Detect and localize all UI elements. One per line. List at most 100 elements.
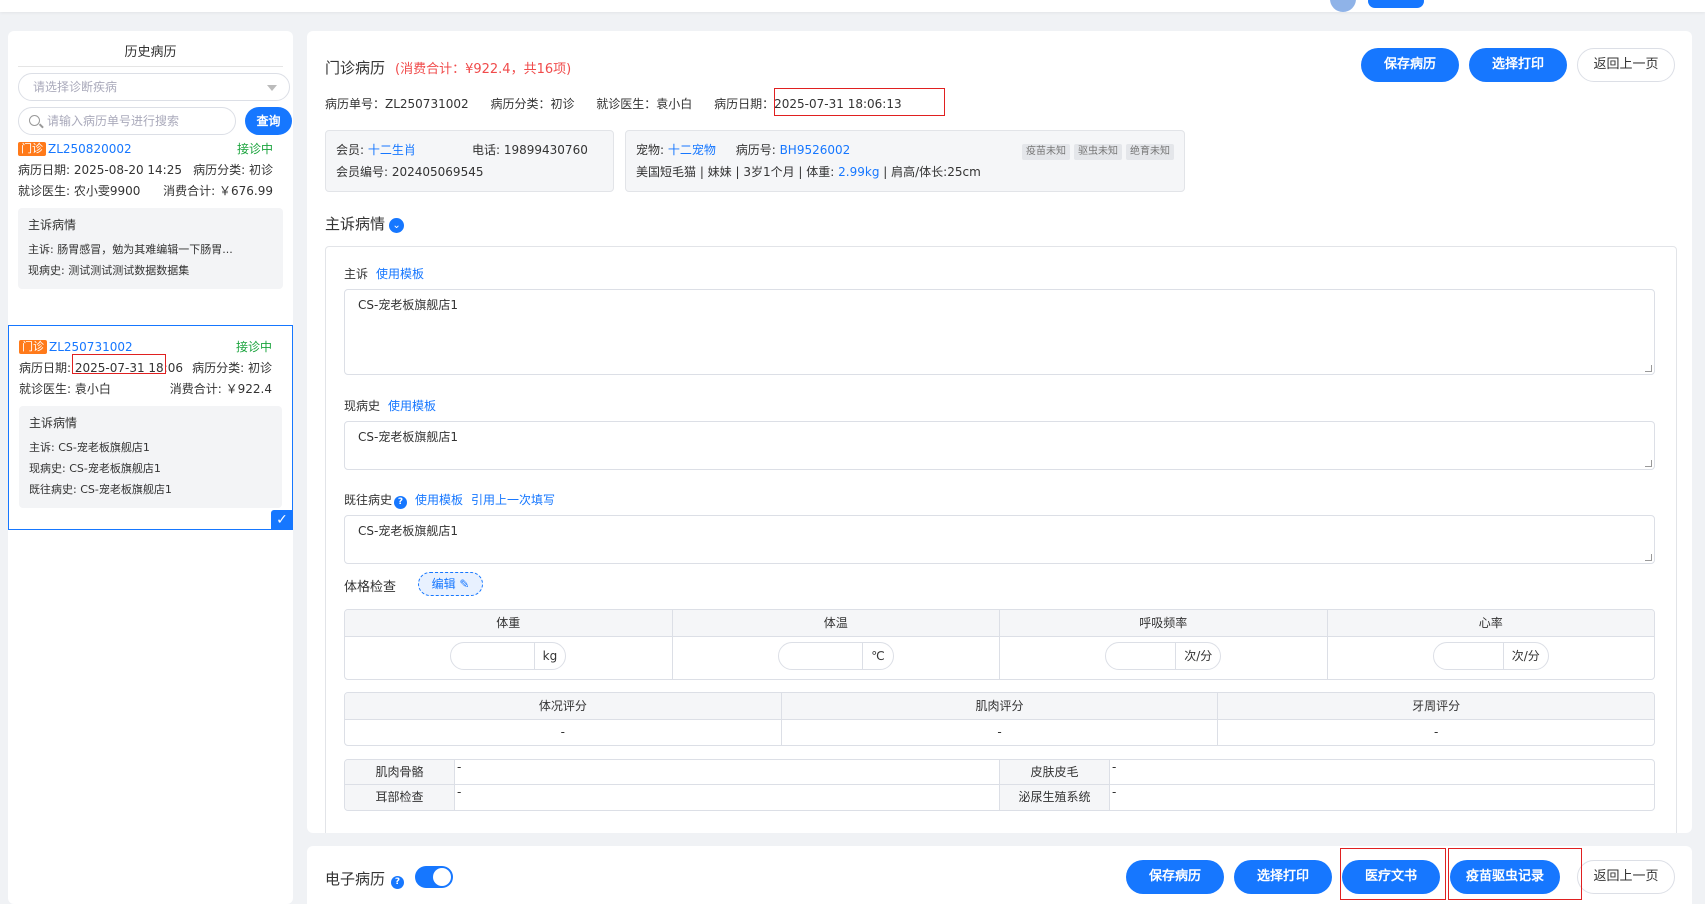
- vital-cell: 次/分: [1328, 637, 1655, 679]
- record-fee: 消费合计: ￥676.99: [163, 184, 273, 198]
- record-date-row: 病历日期: 2025-08-20 14:25 病历分类: 初诊: [18, 160, 283, 181]
- unit-label: kg: [533, 643, 566, 669]
- heart-rate-input[interactable]: 次/分: [1432, 642, 1549, 670]
- resize-handle-icon[interactable]: [1645, 460, 1652, 467]
- chevron-down-icon: [267, 85, 277, 91]
- toggle-knob: [433, 868, 451, 886]
- pet-desc-suffix: | 肩高/体长:25cm: [879, 165, 981, 179]
- help-icon[interactable]: ?: [391, 876, 405, 889]
- bottom-back-button[interactable]: 返回上一页: [1577, 860, 1675, 894]
- section-title[interactable]: 主诉病情 ⌄: [325, 213, 405, 234]
- record-search-placeholder: 请输入病历单号进行搜索: [47, 114, 180, 128]
- pet-name-link[interactable]: 十二宠物: [668, 143, 716, 157]
- complaint-textarea[interactable]: CS-宠老板旗舰店1: [344, 289, 1655, 375]
- complaint-template-link[interactable]: 使用模板: [376, 267, 424, 281]
- pet-card: 宠物: 十二宠物 病历号: BH9526002 疫苗未知 驱虫未知 绝育未知 美国短…: [625, 130, 1185, 192]
- vitals-inputs: kg ℃ 次/分 次/分: [345, 637, 1654, 679]
- member-line: 会员: 十二生肖 电话: 19899430760: [336, 139, 603, 161]
- member-name-link[interactable]: 十二生肖: [368, 143, 416, 157]
- past-textarea[interactable]: CS-宠老板旗舰店1: [344, 515, 1655, 564]
- select-print-button[interactable]: 选择打印: [1469, 48, 1567, 82]
- vital-header: 呼吸频率: [1000, 610, 1328, 636]
- vital-cell: 次/分: [1000, 637, 1328, 679]
- system-label: 泌尿生殖系统: [1000, 785, 1110, 810]
- past-template-link[interactable]: 使用模板: [415, 493, 463, 507]
- temperature-input[interactable]: ℃: [777, 642, 894, 670]
- save-record-button[interactable]: 保存病历: [1361, 48, 1459, 82]
- respiration-input[interactable]: 次/分: [1105, 642, 1222, 670]
- history-sidebar: 历史病历 请选择诊断疾病 请输入病历单号进行搜索 查询 门诊 ZL25082000…: [8, 31, 293, 904]
- unit-label: ℃: [862, 643, 892, 669]
- pet-record-link[interactable]: BH9526002: [780, 143, 851, 157]
- pet-record-label: 病历号:: [735, 143, 780, 157]
- highlight-box: [774, 88, 945, 116]
- bottom-save-button[interactable]: 保存病历: [1126, 860, 1224, 894]
- record-header: 门诊 ZL250820002 接诊中: [18, 139, 283, 160]
- page-title-text: 门诊病历: [325, 59, 386, 77]
- selected-check-icon: ✓: [271, 510, 293, 530]
- system-value: -: [455, 785, 1000, 810]
- section-title-text: 主诉病情: [325, 215, 386, 233]
- query-button[interactable]: 查询: [245, 107, 292, 135]
- record-category: 病历分类：初诊: [490, 97, 575, 111]
- record-id-link[interactable]: ZL250731002: [49, 340, 133, 354]
- table-row: 耳部检查 - 泌尿生殖系统 -: [345, 785, 1654, 810]
- electronic-record-bar: 电子病历? 保存病历 选择打印 医疗文书 疫苗驱虫记录 返回上一页: [307, 846, 1692, 904]
- record-status: 接诊中: [236, 142, 273, 156]
- sidebar-title: 历史病历: [18, 31, 283, 67]
- record-fee: 消费合计: ￥922.4: [169, 382, 272, 396]
- history-record-1[interactable]: 门诊 ZL250820002 接诊中 病历日期: 2025-08-20 14:25…: [8, 139, 293, 289]
- search-icon: [29, 115, 40, 126]
- user-avatar[interactable]: [1330, 0, 1356, 12]
- scores-header: 体况评分 肌肉评分 牙周评分: [345, 693, 1654, 720]
- detail-line: 现病史: 测试测试测试数据数据集: [28, 264, 190, 277]
- table-row: 肌肉骨骼 - 皮肤皮毛 -: [345, 760, 1654, 785]
- outpatient-record-panel: 门诊病历 (消费合计：¥922.4，共16项) 保存病历 选择打印 返回上一页 病…: [307, 31, 1692, 833]
- detail-line: 现病史: CS-宠老板旗舰店1: [29, 462, 161, 475]
- diagnosis-select[interactable]: 请选择诊断疾病: [18, 73, 290, 101]
- user-badge[interactable]: [1368, 0, 1424, 8]
- score-header: 牙周评分: [1412, 699, 1461, 713]
- exam-edit-button[interactable]: 编辑 ✎: [418, 572, 483, 596]
- back-button[interactable]: 返回上一页: [1577, 48, 1675, 82]
- vitals-header: 体重 体温 呼吸频率 心率: [345, 610, 1654, 637]
- past-label: 既往病史: [344, 493, 393, 507]
- member-card: 会员: 十二生肖 电话: 19899430760 会员编号: 202405069…: [325, 130, 614, 192]
- pet-desc: 美国短毛猫 | 妹妹 | 3岁1个月 | 体重: 2.99kg | 肩高/体长:…: [636, 161, 1174, 183]
- pet-desc-prefix: 美国短毛猫 | 妹妹 | 3岁1个月 | 体重:: [636, 165, 839, 179]
- diagnosis-select-placeholder: 请选择诊断疾病: [33, 80, 118, 94]
- score-value: -: [345, 720, 782, 745]
- vitals-grid: 体重 体温 呼吸频率 心率 kg ℃ 次/分 次/分: [344, 609, 1655, 680]
- record-search-input[interactable]: 请输入病历单号进行搜索: [18, 107, 236, 135]
- highlight-box: [1448, 848, 1582, 900]
- resize-handle-icon[interactable]: [1645, 365, 1652, 372]
- complaint-value: CS-宠老板旗舰店1: [358, 298, 458, 312]
- system-value: -: [1112, 760, 1117, 774]
- record-id-link[interactable]: ZL250820002: [48, 142, 132, 156]
- weight-input[interactable]: kg: [450, 642, 567, 670]
- vital-header: 体重: [345, 610, 673, 636]
- top-bar: [0, 0, 1705, 12]
- detail-line: 主诉: 肠胃感冒，勉为其难编辑一下肠胃...: [28, 243, 233, 256]
- quote-last-link[interactable]: 引用上一次填写: [471, 493, 555, 507]
- highlight-box: [72, 354, 166, 374]
- vital-header: 体温: [673, 610, 1000, 636]
- history-template-link[interactable]: 使用模板: [388, 399, 436, 413]
- help-icon[interactable]: ?: [394, 496, 408, 509]
- bottom-print-button[interactable]: 选择打印: [1234, 860, 1332, 894]
- system-label: 皮肤皮毛: [1000, 760, 1110, 784]
- resize-handle-icon[interactable]: [1645, 554, 1652, 561]
- record-type-tag: 门诊: [18, 142, 46, 156]
- record-doctor: 就诊医生: 袁小白: [19, 382, 111, 396]
- complaint-label: 主诉: [344, 267, 369, 281]
- system-label: 耳部检查: [345, 785, 455, 810]
- past-label-row: 既往病史? 使用模板 引用上一次填写: [344, 491, 555, 509]
- chevron-down-icon[interactable]: ⌄: [389, 218, 405, 233]
- electronic-record-toggle[interactable]: [415, 866, 453, 888]
- vaccine-tag: 疫苗未知: [1022, 144, 1070, 160]
- member-no: 会员编号: 202405069545: [336, 165, 484, 179]
- complaint-label-row: 主诉 使用模板: [344, 265, 424, 282]
- history-textarea[interactable]: CS-宠老板旗舰店1: [344, 421, 1655, 470]
- score-value: -: [1434, 725, 1439, 739]
- pet-weight: 2.99kg: [838, 165, 880, 179]
